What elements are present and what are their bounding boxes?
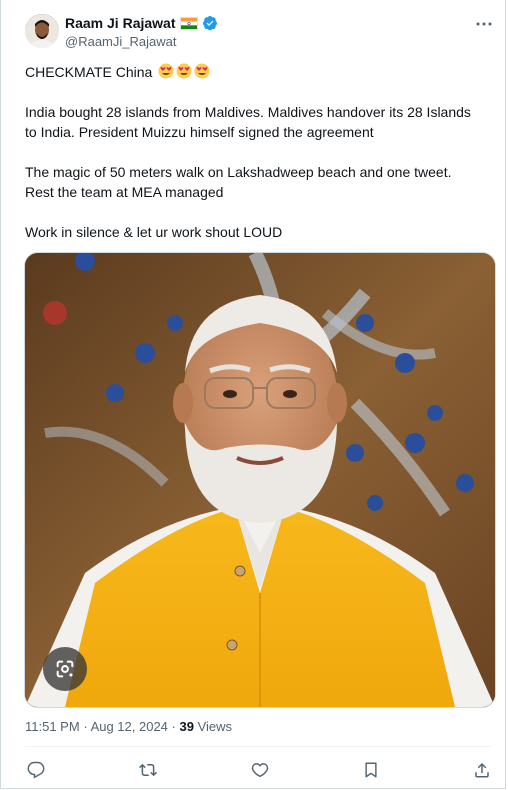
bookmark-icon[interactable] [359,758,383,782]
author-name-row[interactable]: Raam Ji Rajawat [65,15,218,31]
meta-separator: · [171,719,176,734]
heart-eyes-emoji [194,63,210,79]
author-handle[interactable]: @RaamJi_Rajawat [65,34,176,49]
avatar[interactable] [25,14,59,48]
india-flag-icon [179,16,198,30]
heart-eyes-emoji [158,63,174,79]
views-count: 39 [179,719,194,734]
views-label: Views [197,719,233,734]
action-bar [1,758,505,782]
author-name[interactable]: Raam Ji Rajawat [65,15,176,31]
verified-badge-icon [202,15,218,31]
retweet-icon[interactable] [136,758,160,782]
google-lens-icon[interactable] [43,647,87,691]
tweet-media-photo[interactable] [24,252,496,708]
tweet-line-1-text: CHECKMATE China [25,64,153,80]
tweet-card: Raam Ji Rajawat @RaamJi_Rajawat CHECKMAT… [0,0,506,789]
more-options-icon[interactable] [473,16,495,32]
tweet-header: Raam Ji Rajawat @RaamJi_Rajawat [1,0,505,60]
reply-icon[interactable] [24,758,48,782]
tweet-time[interactable]: 11:51 PM [25,719,80,734]
tweet-text: CHECKMATE China India bought 28 islands … [25,62,495,262]
like-icon[interactable] [248,758,272,782]
tweet-paragraph-4: Work in silence & let ur work shout LOUD [25,224,283,240]
tweet-date[interactable]: Aug 12, 2024 [91,719,168,734]
tweet-paragraph-3: The magic of 50 meters walk on Lakshadwe… [25,164,452,200]
tweet-meta: 11:51 PM · Aug 12, 2024 · 39 Views [25,719,232,735]
divider [25,746,491,747]
tweet-line-1: CHECKMATE China [25,62,495,82]
photo-of-man-in-saffron-vest [25,253,495,707]
meta-separator: · [83,719,88,734]
heart-eyes-emoji [176,63,192,79]
share-icon[interactable] [470,758,494,782]
tweet-paragraph-2: India bought 28 islands from Maldives. M… [25,104,471,140]
